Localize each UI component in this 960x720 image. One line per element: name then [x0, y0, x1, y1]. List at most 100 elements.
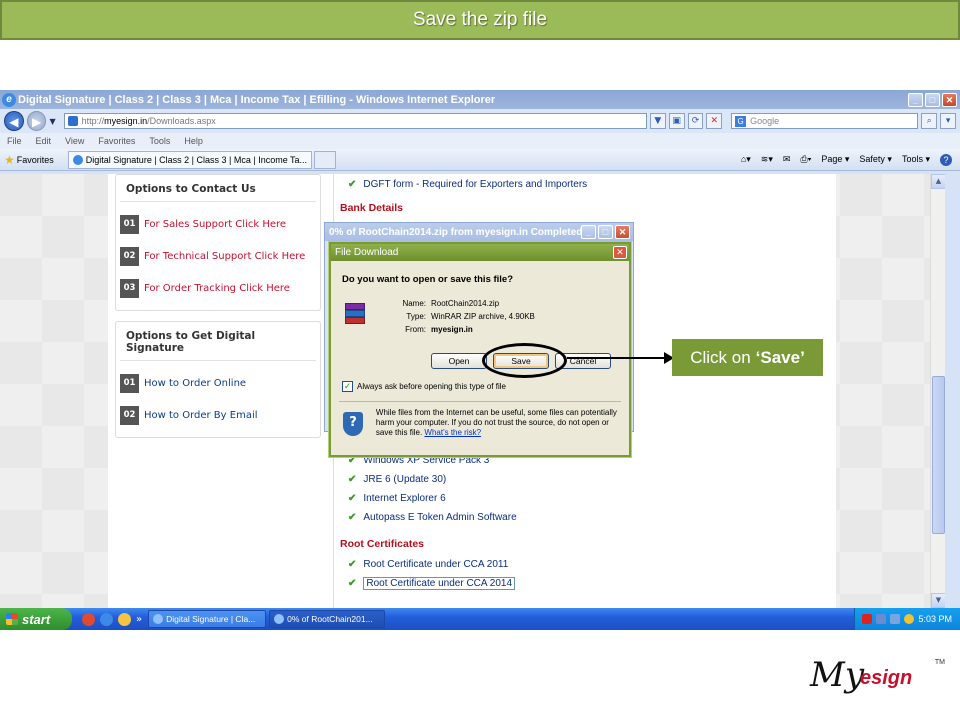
update-icon[interactable] [904, 614, 915, 624]
dialog-question: Do you want to open or save this file? [342, 274, 514, 285]
download-link[interactable]: Internet Explorer 6 [363, 493, 445, 504]
page-icon [67, 116, 78, 126]
callout-action: ‘Save’ [755, 347, 805, 367]
tools-menu[interactable]: Tools ▾ [902, 154, 930, 165]
home-icon[interactable]: ⌂▾ [741, 154, 751, 165]
mail-icon[interactable]: ✉ [783, 154, 791, 165]
list-item[interactable]: ✔ Autopass E Token Admin Software [340, 508, 820, 527]
menu-view[interactable]: View [65, 136, 84, 146]
list-item[interactable]: ✔ JRE 6 (Update 30) [340, 470, 820, 489]
progress-minimize-button[interactable]: _ [581, 225, 596, 239]
list-item[interactable]: 02 How to Order By Email [120, 399, 316, 431]
list-item[interactable]: 01 How to Order Online [120, 367, 316, 399]
winrar-icon [343, 303, 369, 325]
from-label: From: [405, 325, 426, 334]
dgft-form-link[interactable]: DGFT form - Required for Exporters and I… [363, 179, 587, 190]
warning-text: While files from the Internet can be use… [375, 408, 617, 437]
close-button[interactable]: ✕ [942, 92, 957, 107]
check-icon: ✔ [348, 512, 357, 523]
list-item[interactable]: ✔ Root Certificate under CCA 2011 [340, 555, 820, 574]
safety-menu[interactable]: Safety ▾ [859, 154, 892, 165]
order-tracking-link[interactable]: For Order Tracking Click Here [144, 283, 290, 294]
order-online-link[interactable]: How to Order Online [144, 378, 246, 389]
menu-help[interactable]: Help [184, 136, 203, 146]
progress-maximize-button[interactable]: □ [598, 225, 613, 239]
scroll-down-button[interactable]: ▼ [931, 593, 945, 608]
compat-view-icon[interactable]: ▣ [668, 113, 685, 129]
back-button[interactable]: ◀ [4, 111, 24, 131]
list-item[interactable]: ✔ Internet Explorer 6 [340, 489, 820, 508]
taskbar: start » Digital Signature | Cla... 0% of… [0, 608, 960, 630]
window-titlebar: e Digital Signature | Class 2 | Class 3 … [0, 90, 960, 109]
security-warning: ? While files from the Internet can be u… [331, 402, 629, 438]
list-item[interactable]: 03 For Order Tracking Click Here [120, 272, 316, 304]
list-item[interactable]: ✔ Root Certificate under CCA 2014 [340, 574, 820, 593]
technical-support-link[interactable]: For Technical Support Click Here [144, 251, 305, 262]
always-ask-checkbox[interactable]: ✓ [342, 381, 353, 392]
search-button[interactable]: ⌕ [921, 113, 938, 129]
maximize-button[interactable]: □ [925, 92, 940, 107]
root-cert-2011-link[interactable]: Root Certificate under CCA 2011 [363, 559, 508, 570]
start-label: start [22, 611, 51, 627]
taskbar-item-download[interactable]: 0% of RootChain201... [269, 610, 386, 628]
menu-file[interactable]: File [7, 136, 22, 146]
type-label: Type: [406, 312, 426, 321]
scroll-thumb[interactable] [932, 376, 945, 534]
list-item[interactable]: ✔ DGFT form - Required for Exporters and… [340, 175, 820, 194]
start-button[interactable]: start [0, 608, 72, 630]
search-options-icon[interactable]: ▾ [940, 113, 957, 129]
command-bar: ⌂▾ ≋▾ ✉ ⎙▾ Page ▾ Safety ▾ Tools ▾ ? [741, 153, 960, 166]
menu-favorites[interactable]: Favorites [98, 136, 135, 146]
page-menu[interactable]: Page ▾ [821, 154, 849, 165]
check-icon: ✔ [348, 578, 357, 589]
pdf-icon[interactable] [862, 614, 873, 624]
history-dropdown-icon[interactable]: ▼ [49, 117, 55, 126]
stop-icon[interactable]: ✕ [706, 113, 723, 129]
search-input[interactable]: G Google [731, 113, 919, 129]
chrome-icon[interactable] [82, 612, 95, 626]
task-label: Digital Signature | Cla... [166, 614, 256, 624]
address-dropdown-icon[interactable]: ▼ [649, 113, 666, 129]
taskbar-item-browser[interactable]: Digital Signature | Cla... [148, 610, 267, 628]
root-cert-2014-link[interactable]: Root Certificate under CCA 2014 [363, 577, 516, 590]
open-button[interactable]: Open [431, 353, 487, 369]
dialog-close-button[interactable]: ✕ [613, 246, 627, 259]
network-icon[interactable] [876, 614, 887, 624]
feeds-icon[interactable]: ≋▾ [761, 154, 773, 165]
download-link[interactable]: JRE 6 (Update 30) [363, 474, 446, 485]
new-tab-button[interactable] [313, 150, 336, 169]
whats-the-risk-link[interactable]: What's the risk? [424, 428, 481, 437]
vertical-scrollbar[interactable]: ▲ ▼ [930, 174, 945, 608]
check-icon: ✔ [348, 474, 357, 485]
menu-tools[interactable]: Tools [149, 136, 170, 146]
menu-edit[interactable]: Edit [36, 136, 52, 146]
smiley-icon[interactable] [118, 612, 131, 626]
file-download-titlebar: File Download ✕ [331, 244, 629, 261]
volume-icon[interactable] [890, 614, 901, 624]
help-icon[interactable]: ? [940, 153, 952, 166]
always-ask-row: ✓ Always ask before opening this type of… [331, 369, 629, 392]
list-item[interactable]: 01 For Sales Support Click Here [120, 208, 316, 240]
ie-icon[interactable] [100, 612, 113, 626]
browser-tab[interactable]: Digital Signature | Class 2 | Class 3 | … [67, 150, 312, 169]
list-item[interactable]: 02 For Technical Support Click Here [120, 240, 316, 272]
logo-esign: esign [860, 667, 913, 689]
callout-prefix: Click on [690, 347, 751, 367]
instruction-callout: Click on ‘Save’ [672, 339, 823, 376]
address-bar[interactable]: http://myesign.in/Downloads.aspx [63, 113, 647, 129]
minimize-button[interactable]: _ [908, 92, 923, 107]
favorites-button[interactable]: Favorites [17, 155, 54, 165]
always-ask-label[interactable]: Always ask before opening this type of f… [357, 382, 506, 391]
order-by-email-link[interactable]: How to Order By Email [144, 410, 258, 421]
callout-arrow-line [567, 357, 667, 359]
download-link[interactable]: Autopass E Token Admin Software [363, 512, 516, 523]
refresh-icon[interactable]: ⟳ [687, 113, 704, 129]
progress-close-button[interactable]: ✕ [615, 225, 630, 239]
forward-button[interactable]: ▶ [26, 111, 47, 131]
item-number: 02 [120, 405, 139, 425]
scroll-up-button[interactable]: ▲ [931, 174, 945, 189]
sales-support-link[interactable]: For Sales Support Click Here [144, 219, 286, 230]
quick-launch-more-icon[interactable]: » [136, 614, 142, 625]
star-icon: ★ [4, 152, 15, 167]
print-icon[interactable]: ⎙▾ [800, 154, 811, 165]
